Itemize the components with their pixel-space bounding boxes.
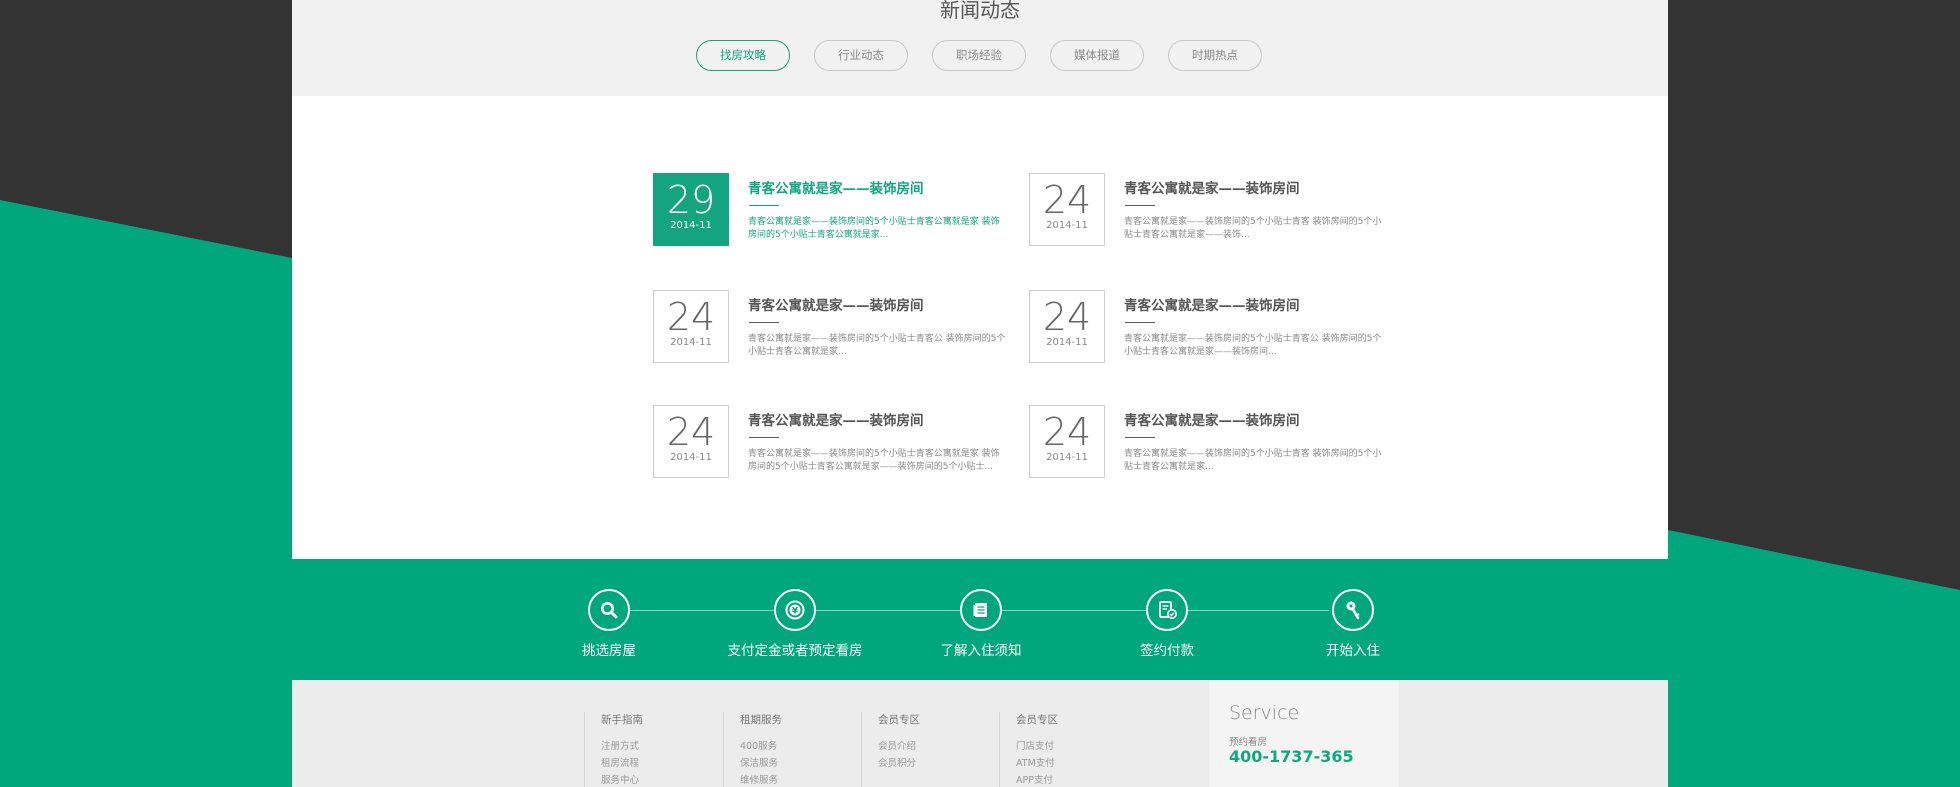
news-item[interactable]: 24 2014-11 青客公寓就是家——装饰房间 青客公寓就是家——装饰房间的5… <box>1029 405 1389 481</box>
tab-media-reports[interactable]: 媒体报道 <box>1050 40 1144 71</box>
news-title[interactable]: 青客公寓就是家——装饰房间 <box>1124 294 1300 314</box>
news-year-month: 2014-11 <box>1046 220 1088 231</box>
tab-find-house-tips[interactable]: 找房攻略 <box>696 40 790 71</box>
footer-link[interactable]: 门店支付 <box>1016 738 1058 755</box>
footer-link[interactable]: 注册方式 <box>601 738 643 755</box>
news-date-box: 24 2014-11 <box>653 405 729 478</box>
page-container: 新闻动态 找房攻略 行业动态 职场经验 媒体报道 时期热点 29 2014-11… <box>292 0 1668 787</box>
step-sign-and-pay[interactable]: 签约付款 <box>1072 589 1262 659</box>
news-date-box: 24 2014-11 <box>1029 290 1105 363</box>
footer-link[interactable]: 会员积分 <box>878 755 920 772</box>
service-panel: Service 预约看房 400-1737-365 <box>1209 680 1399 787</box>
footer: 新手指南 注册方式 租房流程 服务中心 租期服务 400服务 保洁服务 维修服务… <box>292 680 1668 787</box>
footer-link[interactable]: 保洁服务 <box>740 755 782 772</box>
news-item[interactable]: 24 2014-11 青客公寓就是家——装饰房间 青客公寓就是家——装饰房间的5… <box>653 290 1013 366</box>
news-year-month: 2014-11 <box>670 337 712 348</box>
news-date-box: 24 2014-11 <box>653 290 729 363</box>
contract-check-icon <box>1146 589 1188 631</box>
news-date-box: 29 2014-11 <box>653 173 729 246</box>
news-description: 青客公寓就是家——装饰房间的5个小贴士青客公寓就是家 装饰房间的5个小贴士青客公… <box>748 449 1000 472</box>
service-title: Service <box>1229 702 1300 724</box>
news-section-title: 新闻动态 <box>940 0 1020 22</box>
step-pay-deposit[interactable]: ¥ 支付定金或者预定看房 <box>700 589 890 659</box>
news-year-month: 2014-11 <box>1046 337 1088 348</box>
step-label: 了解入住须知 <box>940 643 1022 659</box>
news-day: 29 <box>666 178 716 222</box>
svg-text:¥: ¥ <box>792 607 799 617</box>
news-day: 24 <box>666 410 716 454</box>
news-date-box: 24 2014-11 <box>1029 173 1105 246</box>
news-date-box: 24 2014-11 <box>1029 405 1105 478</box>
step-read-checkin-notes[interactable]: 了解入住须知 <box>886 589 1076 659</box>
step-label: 签约付款 <box>1140 643 1194 659</box>
news-list: 29 2014-11 青客公寓就是家——装饰房间 青客公寓就是家——装饰房间的5… <box>292 96 1668 559</box>
news-title-underline <box>1125 205 1155 206</box>
news-title-underline <box>749 205 779 206</box>
news-item[interactable]: 24 2014-11 青客公寓就是家——装饰房间 青客公寓就是家——装饰房间的5… <box>1029 290 1389 366</box>
news-item[interactable]: 29 2014-11 青客公寓就是家——装饰房间 青客公寓就是家——装饰房间的5… <box>653 173 1013 249</box>
footer-link[interactable]: 服务中心 <box>601 772 643 787</box>
footer-column-title: 会员专区 <box>1016 714 1058 726</box>
footer-column-rental-services: 租期服务 400服务 保洁服务 维修服务 <box>723 712 782 787</box>
step-label: 支付定金或者预定看房 <box>727 643 863 659</box>
key-icon <box>1332 589 1374 631</box>
news-title[interactable]: 青客公寓就是家——装饰房间 <box>1124 177 1300 197</box>
rental-process-steps: 挑选房屋 ¥ 支付定金或者预定看房 了解入住须知 签约付款 开始入住 <box>292 559 1668 680</box>
news-title[interactable]: 青客公寓就是家——装饰房间 <box>748 409 924 429</box>
news-title[interactable]: 青客公寓就是家——装饰房间 <box>748 177 924 197</box>
footer-column-member-zone: 会员专区 会员介绍 会员积分 <box>861 712 920 787</box>
news-description: 青客公寓就是家——装饰房间的5个小贴士青客 装饰房间的5个小贴士青客公寓就是家—… <box>1124 217 1382 240</box>
news-title[interactable]: 青客公寓就是家——装饰房间 <box>748 294 924 314</box>
news-item[interactable]: 24 2014-11 青客公寓就是家——装饰房间 青客公寓就是家——装饰房间的5… <box>1029 173 1389 249</box>
footer-link[interactable]: ATM支付 <box>1016 755 1058 772</box>
step-move-in[interactable]: 开始入住 <box>1258 589 1448 659</box>
footer-column-title: 新手指南 <box>601 714 643 726</box>
document-icon <box>960 589 1002 631</box>
news-day: 24 <box>1042 295 1092 339</box>
footer-column-newbie-guide: 新手指南 注册方式 租房流程 服务中心 <box>584 712 643 787</box>
footer-column-payment: 会员专区 门店支付 ATM支付 APP支付 <box>999 712 1058 787</box>
news-description: 青客公寓就是家——装饰房间的5个小贴士青客公 装饰房间的5个小贴士青客公寓就是家… <box>1124 334 1382 357</box>
service-phone[interactable]: 400-1737-365 <box>1229 747 1354 766</box>
footer-link[interactable]: 400服务 <box>740 738 782 755</box>
news-title-underline <box>749 437 779 438</box>
step-label: 挑选房屋 <box>582 643 636 659</box>
footer-link[interactable]: APP支付 <box>1016 772 1058 787</box>
step-choose-house[interactable]: 挑选房屋 <box>514 589 704 659</box>
news-title[interactable]: 青客公寓就是家——装饰房间 <box>1124 409 1300 429</box>
news-description: 青客公寓就是家——装饰房间的5个小贴士青客 装饰房间的5个小贴士青客公寓就是家.… <box>1124 449 1382 472</box>
service-subtitle: 预约看房 <box>1229 737 1268 748</box>
footer-column-title: 会员专区 <box>878 714 920 726</box>
footer-column-title: 租期服务 <box>740 714 782 726</box>
news-day: 24 <box>666 295 716 339</box>
news-title-underline <box>1125 322 1155 323</box>
search-icon <box>588 589 630 631</box>
footer-link[interactable]: 租房流程 <box>601 755 643 772</box>
news-header: 新闻动态 找房攻略 行业动态 职场经验 媒体报道 时期热点 <box>292 0 1668 96</box>
news-year-month: 2014-11 <box>670 220 712 231</box>
tab-workplace-experience[interactable]: 职场经验 <box>932 40 1026 71</box>
news-year-month: 2014-11 <box>670 452 712 463</box>
footer-link[interactable]: 维修服务 <box>740 772 782 787</box>
news-description: 青客公寓就是家——装饰房间的5个小贴士青客公寓就是家 装饰房间的5个小贴士青客公… <box>748 217 1000 240</box>
news-title-underline <box>749 322 779 323</box>
news-item[interactable]: 24 2014-11 青客公寓就是家——装饰房间 青客公寓就是家——装饰房间的5… <box>653 405 1013 481</box>
news-day: 24 <box>1042 410 1092 454</box>
news-title-underline <box>1125 437 1155 438</box>
tab-hot-topics[interactable]: 时期热点 <box>1168 40 1262 71</box>
news-day: 24 <box>1042 178 1092 222</box>
news-year-month: 2014-11 <box>1046 452 1088 463</box>
news-description: 青客公寓就是家——装饰房间的5个小贴士青客公 装饰房间的5个小贴士青客公寓就是家… <box>748 334 1006 357</box>
step-label: 开始入住 <box>1326 643 1380 659</box>
coin-icon: ¥ <box>774 589 816 631</box>
tab-industry-news[interactable]: 行业动态 <box>814 40 908 71</box>
footer-link[interactable]: 会员介绍 <box>878 738 920 755</box>
